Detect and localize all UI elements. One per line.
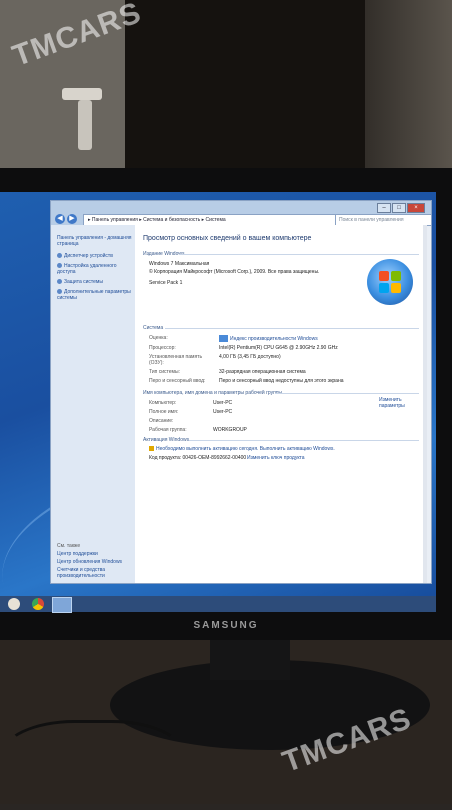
shield-icon: [57, 253, 62, 259]
warning-icon: [149, 446, 154, 452]
product-code: Код продукта: 00426-OEM-8992662-00400: [149, 455, 247, 461]
edition-value: Windows 7 Максимальная: [149, 261, 210, 267]
logo-green: [391, 271, 401, 281]
system-header: Система: [143, 325, 164, 331]
see-also-performance[interactable]: Счетчики и средства производительности: [57, 567, 133, 579]
main-content: Просмотр основных сведений о вашем компь…: [135, 225, 427, 583]
title-bar: – □ × ◀ ▶ ▸ Панель управления ▸ Система …: [51, 201, 432, 226]
windows-logo-icon: [367, 259, 413, 305]
change-key-link[interactable]: Изменить ключ продукта: [247, 455, 305, 461]
start-button-icon[interactable]: [8, 598, 20, 610]
minimize-button[interactable]: –: [377, 203, 391, 213]
monitor-brand-label: SAMSUNG: [193, 620, 259, 631]
door-handle-grip: [78, 100, 92, 150]
divider: [165, 328, 419, 329]
chrome-icon[interactable]: [32, 598, 44, 610]
back-button[interactable]: ◀: [55, 214, 65, 224]
forward-button[interactable]: ▶: [67, 214, 77, 224]
performance-index-icon: [219, 335, 228, 342]
workgroup-value: WORKGROUP: [213, 427, 247, 433]
sidebar-home-link[interactable]: Панель управления - домашняя страница: [57, 235, 133, 247]
fullname-label: Полное имя:: [149, 409, 179, 415]
sidebar-item-advanced[interactable]: Дополнительные параметры системы: [57, 289, 133, 301]
cable: [0, 720, 186, 810]
workgroup-label: Рабочая группа:: [149, 427, 187, 433]
logo-blue: [379, 283, 389, 293]
shield-icon: [57, 289, 62, 295]
cpu-value: Intel(R) Pentium(R) CPU G645 @ 2.90GHz 2…: [219, 345, 338, 351]
pen-label: Перо и сенсорный ввод:: [149, 378, 206, 384]
page-title: Просмотр основных сведений о вашем компь…: [143, 235, 312, 242]
system-window: – □ × ◀ ▶ ▸ Панель управления ▸ Система …: [50, 200, 432, 584]
computer-header: Имя компьютера, имя домена и параметры р…: [143, 390, 283, 396]
taskbar: [0, 596, 436, 613]
description-label: Описание:: [149, 418, 174, 424]
see-also-title: См. также: [57, 543, 81, 549]
scrollbar[interactable]: [423, 225, 427, 583]
pen-value: Перо и сенсорный ввод недоступны для это…: [219, 378, 344, 384]
dark-doorway: [125, 0, 365, 170]
maximize-button[interactable]: □: [392, 203, 406, 213]
logo-yellow: [391, 283, 401, 293]
ram-value: 4,00 ГБ (3,45 ГБ доступно): [219, 354, 281, 360]
see-also-update[interactable]: Центр обновления Windows: [57, 559, 133, 565]
sidebar-item-device-manager[interactable]: Диспетчер устройств: [57, 253, 133, 259]
see-also-support[interactable]: Центр поддержки: [57, 551, 133, 557]
divider: [189, 440, 419, 441]
service-pack: Service Pack 1: [149, 280, 183, 286]
divider: [179, 254, 419, 255]
computer-label: Компьютер:: [149, 400, 177, 406]
sidebar-item-remote[interactable]: Настройка удаленного доступа: [57, 263, 133, 275]
sidebar-item-protection[interactable]: Защита системы: [57, 279, 133, 285]
rating-link[interactable]: Индекс производительности Windows: [219, 335, 318, 342]
copyright-text: © Корпорация Майкрософт (Microsoft Corp.…: [149, 269, 320, 275]
rating-label: Оценка:: [149, 335, 168, 341]
activation-header: Активация Windows: [143, 437, 190, 443]
divider: [275, 393, 419, 394]
computer-value: User-PC: [213, 400, 233, 406]
ram-label: Установленная память (ОЗУ):: [149, 354, 203, 366]
activation-link[interactable]: Необходимо выполнить активацию сегодня. …: [149, 446, 335, 452]
fullname-value: User-PC: [213, 409, 233, 415]
system-type-value: 32-разрядная операционная система: [219, 369, 306, 375]
close-button[interactable]: ×: [407, 203, 425, 213]
shield-icon: [57, 263, 62, 269]
shield-icon: [57, 279, 62, 285]
sidebar: Панель управления - домашняя страница Ди…: [51, 225, 135, 583]
logo-red: [379, 271, 389, 281]
system-type-label: Тип системы:: [149, 369, 180, 375]
change-params-link[interactable]: Изменить параметры: [379, 397, 419, 409]
control-panel-taskbar-icon[interactable]: [52, 597, 72, 613]
cpu-label: Процессор:: [149, 345, 176, 351]
door-handle: [62, 88, 102, 100]
